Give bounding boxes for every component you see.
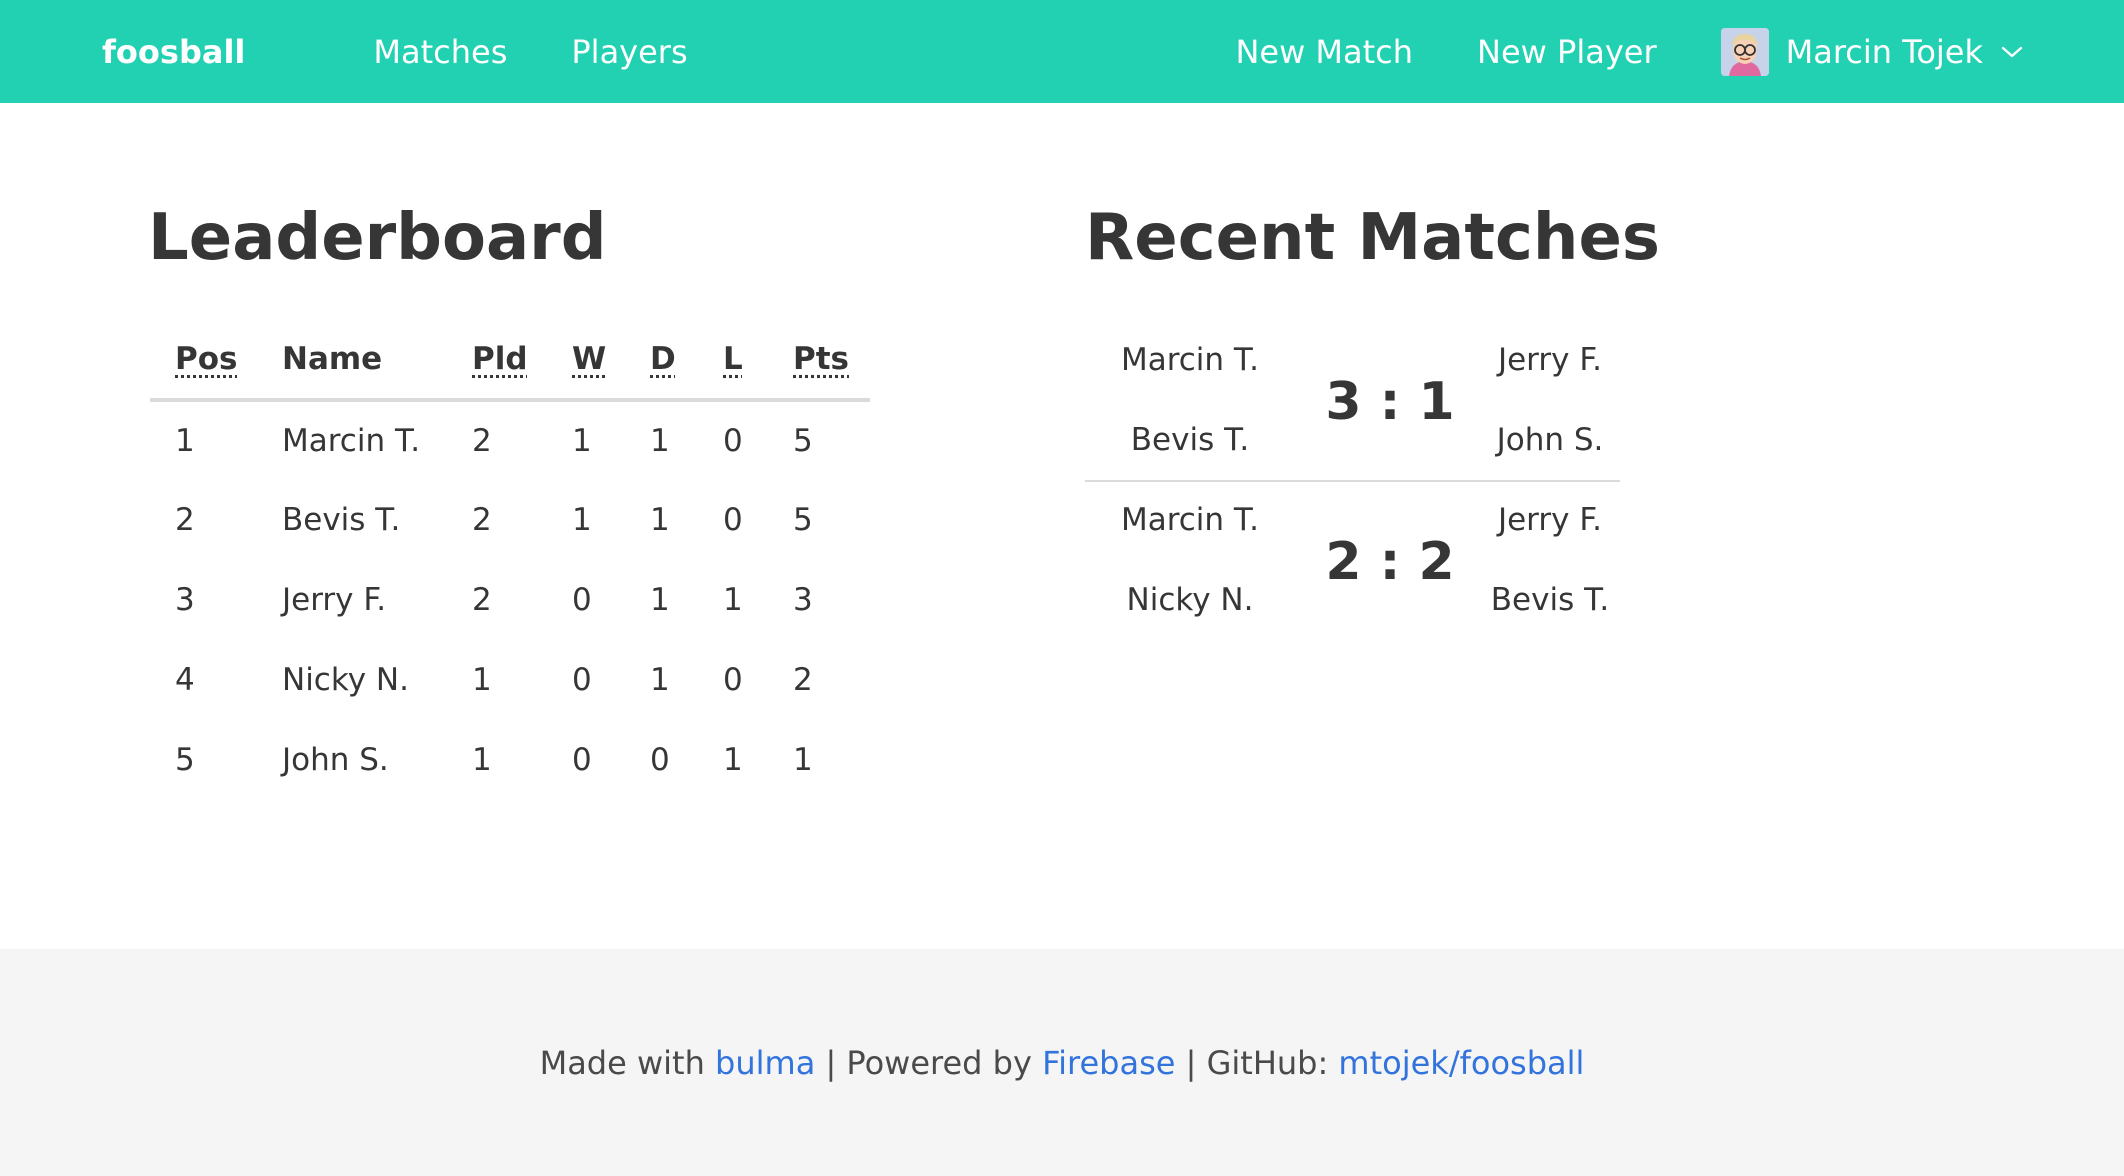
cell-d: 0 — [650, 742, 670, 778]
cell-w: 1 — [572, 423, 592, 459]
cell-pld: 2 — [472, 502, 492, 538]
cell-name: Jerry F. — [282, 582, 387, 618]
cell-w: 0 — [572, 582, 592, 618]
header-d: D — [625, 320, 698, 402]
navbar: foosball Matches Players New Match New P… — [0, 0, 2124, 103]
nav-link-players[interactable]: Players — [571, 33, 687, 71]
cell-pts: 1 — [793, 742, 813, 778]
header-pld: Pld — [447, 320, 547, 402]
user-name: Marcin Tojek — [1785, 32, 1983, 71]
match-right-player-1: Jerry F. — [1497, 342, 1603, 378]
cell-l: 0 — [723, 502, 743, 538]
header-l: L — [698, 320, 768, 402]
cell-l: 1 — [723, 742, 743, 778]
cell-pos: 3 — [175, 582, 195, 618]
cell-l: 0 — [723, 423, 743, 459]
header-d-label: D — [650, 341, 676, 377]
table-row: 1 Marcin T. 2 1 1 0 5 — [150, 400, 870, 480]
cell-d: 1 — [650, 582, 670, 618]
leaderboard-header-row: Pos Name Pld W D L Pts — [150, 320, 870, 402]
cell-w: 0 — [572, 662, 592, 698]
cell-pld: 1 — [472, 742, 492, 778]
leaderboard-header: Pos Name Pld W D L Pts — [150, 320, 870, 402]
match-right-player-2: Bevis T. — [1490, 582, 1610, 618]
table-row: 2 Bevis T. 2 1 1 0 5 — [150, 480, 870, 560]
cell-pts: 5 — [793, 502, 813, 538]
match-left-player-1: Marcin T. — [1120, 342, 1260, 378]
match-item: Marcin T. Bevis T. 3 : 1 Jerry F. John S… — [1085, 322, 1620, 480]
header-name: Name — [257, 320, 447, 402]
recent-matches-list: Marcin T. Bevis T. 3 : 1 Jerry F. John S… — [1085, 322, 1620, 640]
cell-pts: 5 — [793, 423, 813, 459]
cell-pld: 2 — [472, 582, 492, 618]
cell-pts: 2 — [793, 662, 813, 698]
cell-pos: 4 — [175, 662, 195, 698]
table-row: 4 Nicky N. 1 0 1 0 2 — [150, 640, 870, 720]
header-pld-label: Pld — [472, 341, 528, 377]
match-score: 3 : 1 — [1325, 372, 1455, 432]
match-left-player-1: Marcin T. — [1120, 502, 1260, 538]
cell-name: John S. — [282, 742, 389, 778]
navbar-left: foosball Matches Players — [0, 0, 688, 103]
cell-w: 1 — [572, 502, 592, 538]
header-pos: Pos — [150, 320, 257, 402]
header-pos-label: Pos — [175, 341, 238, 377]
navbar-right: New Match New Player Marcin Tojek — [1235, 0, 2124, 103]
match-right-player-1: Jerry F. — [1497, 502, 1603, 538]
cell-d: 1 — [650, 502, 670, 538]
nav-link-matches[interactable]: Matches — [373, 33, 507, 71]
brand-link[interactable]: foosball — [102, 33, 245, 71]
cell-w: 0 — [572, 742, 592, 778]
bulma-link[interactable]: bulma — [715, 1044, 815, 1082]
firebase-link[interactable]: Firebase — [1042, 1044, 1175, 1082]
match-right-player-2: John S. — [1496, 422, 1604, 458]
cell-l: 0 — [723, 662, 743, 698]
cell-pos: 5 — [175, 742, 195, 778]
leaderboard-body: 1 Marcin T. 2 1 1 0 5 2 Bevis T. 2 1 1 0… — [150, 400, 870, 800]
footer: Made with bulma | Powered by Firebase | … — [0, 949, 2124, 1176]
cell-pos: 2 — [175, 502, 195, 538]
table-row: 3 Jerry F. 2 0 1 1 3 — [150, 560, 870, 640]
header-w-label: W — [572, 341, 607, 377]
cell-d: 1 — [650, 423, 670, 459]
cell-name: Nicky N. — [282, 662, 409, 698]
avatar-icon — [1720, 27, 1769, 76]
match-item: Marcin T. Nicky N. 2 : 2 Jerry F. Bevis … — [1085, 480, 1620, 640]
footer-text: Made with bulma | Powered by Firebase | … — [540, 1044, 1585, 1082]
match-left-player-2: Bevis T. — [1130, 422, 1250, 458]
cell-l: 1 — [723, 582, 743, 618]
header-pts-label: Pts — [793, 341, 849, 377]
github-link[interactable]: mtojek/foosball — [1338, 1044, 1584, 1082]
cell-pts: 3 — [793, 582, 813, 618]
header-w: W — [547, 320, 625, 402]
recent-matches-title: Recent Matches — [1085, 201, 1660, 275]
leaderboard-table: Pos Name Pld W D L Pts 1 Marcin T. 2 1 1… — [150, 320, 870, 800]
cell-pld: 1 — [472, 662, 492, 698]
cell-d: 1 — [650, 662, 670, 698]
footer-github-label: | GitHub: — [1185, 1043, 1329, 1082]
header-pts: Pts — [768, 320, 870, 402]
chevron-down-icon — [2001, 46, 2023, 57]
match-score: 2 : 2 — [1325, 532, 1455, 592]
new-player-link[interactable]: New Player — [1477, 33, 1657, 71]
new-match-link[interactable]: New Match — [1235, 33, 1413, 71]
header-l-label: L — [723, 341, 743, 377]
table-row: 5 John S. 1 0 0 1 1 — [150, 720, 870, 800]
footer-powered-by: | Powered by — [825, 1043, 1032, 1082]
cell-pld: 2 — [472, 423, 492, 459]
cell-name: Marcin T. — [282, 423, 421, 459]
cell-pos: 1 — [175, 423, 195, 459]
leaderboard-title: Leaderboard — [148, 201, 607, 275]
footer-made-with: Made with — [539, 1043, 705, 1082]
cell-name: Bevis T. — [282, 502, 401, 538]
user-menu[interactable]: Marcin Tojek — [1720, 27, 2023, 76]
match-left-player-2: Nicky N. — [1126, 582, 1254, 618]
